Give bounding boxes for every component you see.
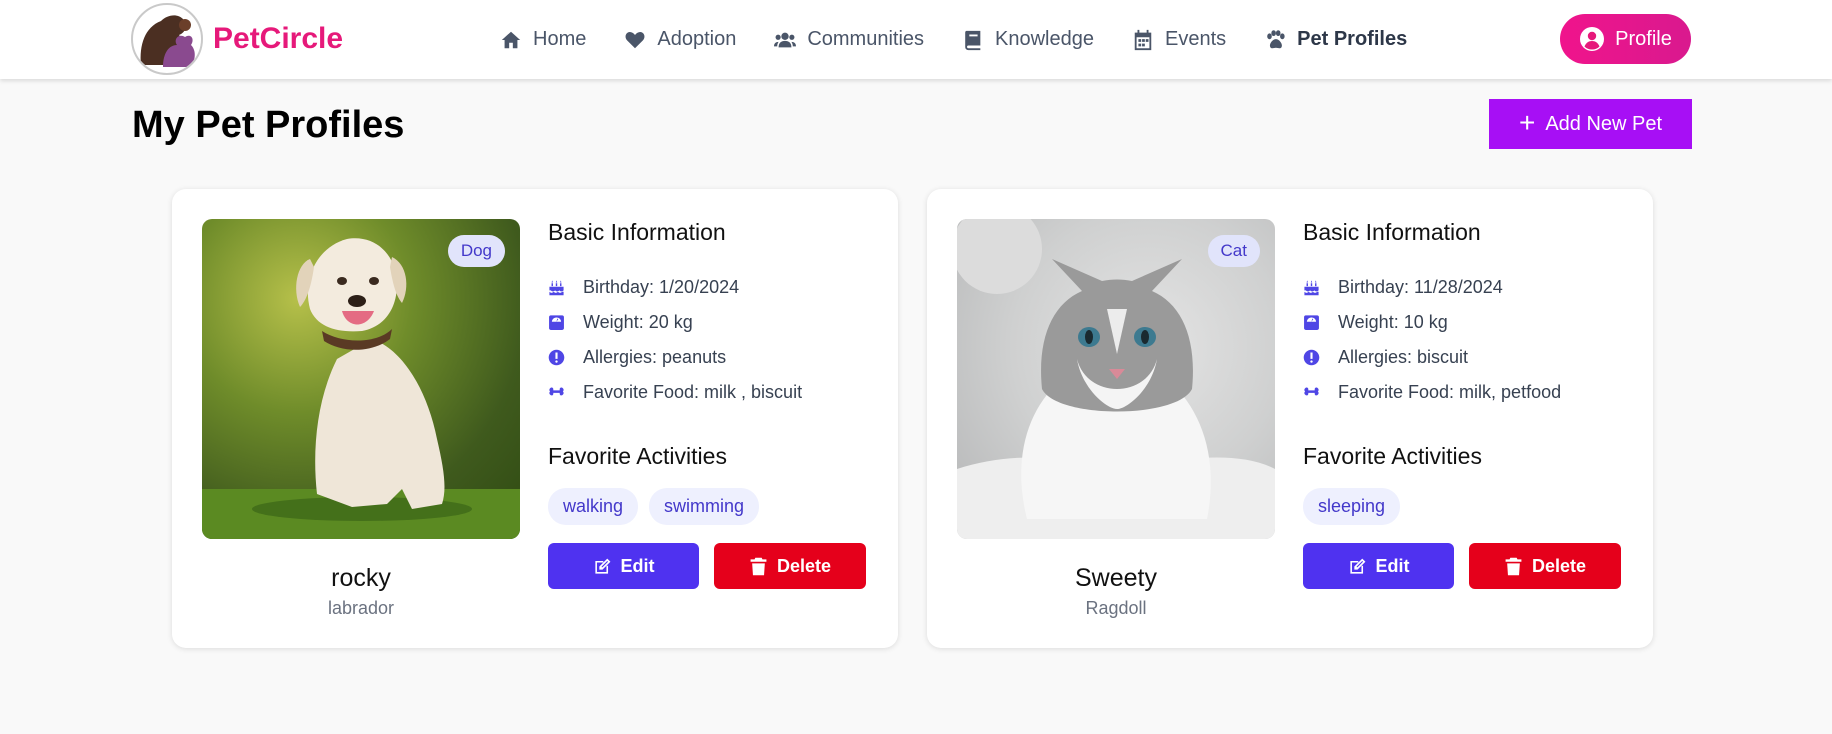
- nav-item-communities[interactable]: Communities: [774, 28, 924, 51]
- pet-info: Basic Information Birthday: 1/20/2024 We…: [548, 219, 878, 525]
- edit-icon: [1349, 558, 1365, 574]
- pet-info: Basic Information Birthday: 11/28/2024 W…: [1303, 219, 1633, 525]
- logo[interactable]: PetCircle: [131, 3, 343, 75]
- card-actions: Edit Delete: [1303, 543, 1621, 589]
- allergies-text: Allergies: peanuts: [583, 347, 727, 367]
- favorite-food-row: Favorite Food: milk, petfood: [1303, 375, 1633, 410]
- trash-icon: [750, 557, 767, 575]
- activity-tags: walking swimming: [548, 488, 878, 525]
- species-badge: Cat: [1207, 235, 1260, 267]
- weight-text: Weight: 10 kg: [1338, 312, 1448, 332]
- pet-card: Cat Sweety Ragdoll Basic Information Bir…: [927, 189, 1653, 648]
- dog-illustration: [202, 238, 520, 539]
- app-name: PetCircle: [213, 22, 344, 55]
- allergies-row: Allergies: peanuts: [548, 340, 878, 375]
- nav-item-home[interactable]: Home: [500, 28, 586, 51]
- weight-row: Weight: 20 kg: [548, 305, 878, 340]
- nav-item-events[interactable]: Events: [1132, 28, 1226, 51]
- add-new-pet-label: Add New Pet: [1545, 112, 1663, 135]
- favorite-activities-title: Favorite Activities: [1303, 443, 1482, 469]
- top-navbar: PetCircle Home Adoption Communities Know…: [0, 0, 1832, 79]
- pet-photo: Cat: [957, 219, 1275, 539]
- delete-button[interactable]: Delete: [1469, 543, 1621, 589]
- nav-item-knowledge[interactable]: Knowledge: [962, 28, 1094, 51]
- pet-photo: Dog: [202, 219, 520, 539]
- birthday-text: Birthday: 11/28/2024: [1338, 277, 1503, 297]
- allergies-row: Allergies: biscuit: [1303, 340, 1633, 375]
- cat-illustration: [957, 219, 1275, 539]
- species-badge: Dog: [447, 235, 505, 267]
- edit-button-label: Edit: [1375, 555, 1410, 576]
- favorite-activities-title: Favorite Activities: [548, 443, 727, 469]
- delete-button[interactable]: Delete: [714, 543, 866, 589]
- bone-icon: [549, 387, 564, 396]
- edit-icon: [594, 558, 610, 574]
- logo-image: [131, 3, 203, 75]
- bone-icon: [1304, 387, 1319, 396]
- activity-tag: swimming: [649, 488, 760, 525]
- pet-name: rocky: [331, 564, 391, 592]
- basic-info-title: Basic Information: [1303, 219, 1481, 245]
- birthday-text: Birthday: 1/20/2024: [583, 277, 740, 297]
- edit-button-label: Edit: [620, 555, 655, 576]
- nav-item-label: Communities: [807, 28, 925, 50]
- favorite-food-text: Favorite Food: milk , biscuit: [583, 382, 803, 402]
- basic-info-list: Birthday: 11/28/2024 Weight: 10 kg Aller…: [1303, 270, 1633, 410]
- basic-info-list: Birthday: 1/20/2024 Weight: 20 kg Allerg…: [548, 270, 878, 410]
- activity-tag: sleeping: [1303, 488, 1401, 525]
- basic-info-title: Basic Information: [548, 219, 726, 245]
- nav-item-label: Home: [533, 28, 587, 50]
- nav-item-adoption[interactable]: Adoption: [624, 28, 736, 51]
- favorite-food-row: Favorite Food: milk , biscuit: [548, 375, 878, 410]
- delete-button-label: Delete: [776, 555, 832, 576]
- activity-tag: walking: [548, 488, 639, 525]
- edit-button[interactable]: Edit: [1303, 543, 1454, 589]
- weight-text: Weight: 20 kg: [583, 312, 693, 332]
- profile-button[interactable]: Profile: [1560, 14, 1691, 64]
- weight-row: Weight: 10 kg: [1303, 305, 1633, 340]
- pet-card: Dog rocky labrador Basic Information Bir…: [172, 189, 898, 648]
- edit-button[interactable]: Edit: [548, 543, 699, 589]
- book-icon: [965, 30, 981, 50]
- alert-circle-icon: [1303, 349, 1320, 366]
- pet-breed: Ragdoll: [1085, 598, 1147, 618]
- birthday-row: Birthday: 1/20/2024: [548, 270, 878, 305]
- nav-item-label: Pet Profiles: [1297, 28, 1408, 50]
- paw-icon: [1267, 29, 1285, 48]
- pet-breed: labrador: [327, 598, 395, 618]
- birthday-cake-icon: [1304, 280, 1319, 296]
- alert-circle-icon: [548, 349, 565, 366]
- activity-tags: sleeping: [1303, 488, 1633, 525]
- nav-item-label: Adoption: [657, 28, 737, 50]
- add-new-pet-button[interactable]: + Add New Pet: [1489, 99, 1692, 149]
- calendar-icon: [1134, 29, 1152, 50]
- trash-icon: [1505, 557, 1522, 575]
- weight-scale-icon: [549, 315, 564, 330]
- page-title: My Pet Profiles: [132, 104, 405, 146]
- user-circle-icon: [1580, 27, 1605, 51]
- pet-name: Sweety: [1075, 564, 1157, 592]
- users-icon: [774, 32, 797, 47]
- birthday-row: Birthday: 11/28/2024: [1303, 270, 1633, 305]
- home-icon: [501, 31, 521, 48]
- plus-icon: +: [1518, 106, 1536, 138]
- main-nav: Home Adoption Communities Knowledge Even…: [500, 0, 1445, 79]
- nav-item-label: Knowledge: [995, 28, 1094, 50]
- card-actions: Edit Delete: [548, 543, 866, 589]
- delete-button-label: Delete: [1531, 555, 1587, 576]
- heart-icon: [625, 31, 645, 48]
- favorite-food-text: Favorite Food: milk, petfood: [1338, 382, 1562, 402]
- allergies-text: Allergies: biscuit: [1338, 347, 1469, 367]
- nav-item-pet-profiles[interactable]: Pet Profiles: [1264, 28, 1407, 51]
- nav-item-label: Events: [1165, 28, 1227, 50]
- birthday-cake-icon: [549, 280, 564, 296]
- weight-scale-icon: [1304, 315, 1319, 330]
- profile-button-label: Profile: [1615, 27, 1672, 50]
